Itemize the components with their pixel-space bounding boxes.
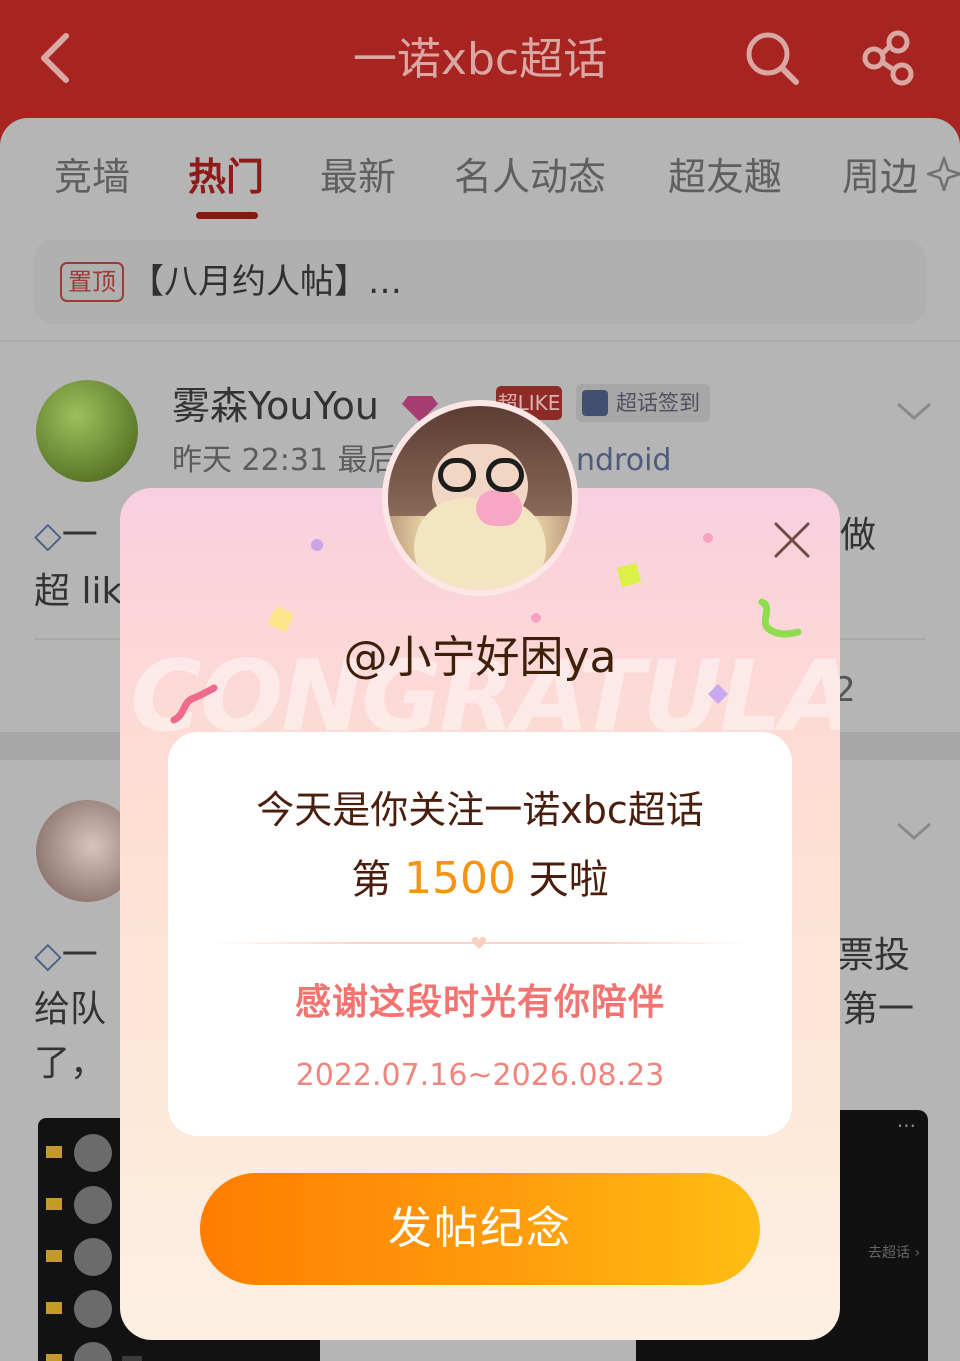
confetti-square — [616, 562, 642, 588]
post-text-line2: 给队 — [34, 989, 107, 1030]
confetti-dot — [311, 539, 323, 551]
post-device: ndroid — [576, 443, 672, 478]
avatar — [382, 400, 578, 596]
days-message: 第 1500 天啦 — [168, 848, 792, 911]
post-username[interactable]: 雾森YouYou — [172, 380, 379, 432]
checkin-icon — [582, 390, 608, 416]
sparkle-icon[interactable] — [924, 154, 960, 194]
divider — [0, 340, 960, 342]
post-text-end: 票投 — [838, 935, 911, 976]
gem-icon: ◇ — [34, 935, 62, 976]
tab-merch[interactable]: 周边 — [842, 152, 918, 202]
list-item — [46, 1340, 316, 1361]
share-icon[interactable] — [858, 28, 918, 88]
days-suffix: 天啦 — [515, 857, 609, 903]
checkin-badge: 超话签到 — [576, 384, 710, 422]
tab-hot[interactable]: 热门 — [188, 152, 264, 202]
gem-icon: ◇ — [34, 515, 62, 556]
post-time: 昨天 22:31 最后 — [172, 443, 398, 478]
avatar[interactable] — [36, 380, 138, 482]
anniversary-card: 今天是你关注一诺xbc超话 第 1500 天啦 感谢这段时光有你陪伴 2022.… — [168, 732, 792, 1136]
dialog-username: @小宁好困ya — [343, 632, 617, 683]
anniversary-dialog: CONGRATULATE @小宁好困ya 今天是你关注一诺xbc超话 第 150… — [120, 488, 840, 1340]
active-tab-indicator — [196, 212, 258, 219]
post-text-line2-end: 第一 — [842, 989, 915, 1030]
more-icon: ··· — [896, 1114, 916, 1138]
pinned-post[interactable]: 置顶 【八月约人帖】… — [34, 240, 926, 324]
date-range: 2022.07.16~2026.08.23 — [295, 1058, 665, 1093]
page-title: 一诺xbc超话 — [352, 34, 608, 85]
confetti-dot — [531, 613, 541, 623]
search-icon[interactable] — [742, 28, 802, 88]
post-text: ◇一 — [34, 930, 98, 982]
confetti-ribbon — [170, 684, 218, 724]
image-link-text: 去超话 › — [868, 1245, 921, 1261]
post-text-fragment: 一 — [61, 935, 98, 976]
heart-icon — [471, 937, 487, 949]
tab-fan-fun[interactable]: 超友趣 — [668, 152, 782, 202]
tab-jingqiang[interactable]: 竞墙 — [54, 152, 130, 202]
checkin-badge-label: 超话签到 — [616, 391, 700, 415]
post-text-end: 做 — [840, 515, 877, 556]
tab-celebrity[interactable]: 名人动态 — [454, 152, 606, 202]
days-count: 1500 — [404, 853, 516, 904]
avatar-photo — [388, 406, 572, 590]
pinned-title: 【八月约人帖】… — [130, 262, 402, 302]
days-prefix: 第 — [351, 857, 404, 903]
confetti-dot — [703, 533, 713, 543]
follow-message: 今天是你关注一诺xbc超话 — [256, 788, 704, 832]
close-icon[interactable] — [768, 516, 816, 564]
thanks-message: 感谢这段时光有你陪伴 — [294, 982, 665, 1023]
post-text-line3: 了， — [34, 1043, 107, 1084]
post-text-line2: 超 lik — [34, 571, 123, 612]
post-commemoration-button[interactable]: 发帖纪念 — [200, 1173, 760, 1285]
chevron-down-icon[interactable] — [894, 812, 934, 852]
tab-latest[interactable]: 最新 — [320, 152, 396, 202]
post-text: ◇一 — [34, 510, 98, 562]
pinned-badge: 置顶 — [60, 262, 124, 302]
chevron-down-icon[interactable] — [894, 392, 934, 432]
tab-bar: 竞墙 热门 最新 名人动态 超友趣 周边 — [0, 118, 960, 228]
post-text-fragment: 一 — [61, 515, 98, 556]
